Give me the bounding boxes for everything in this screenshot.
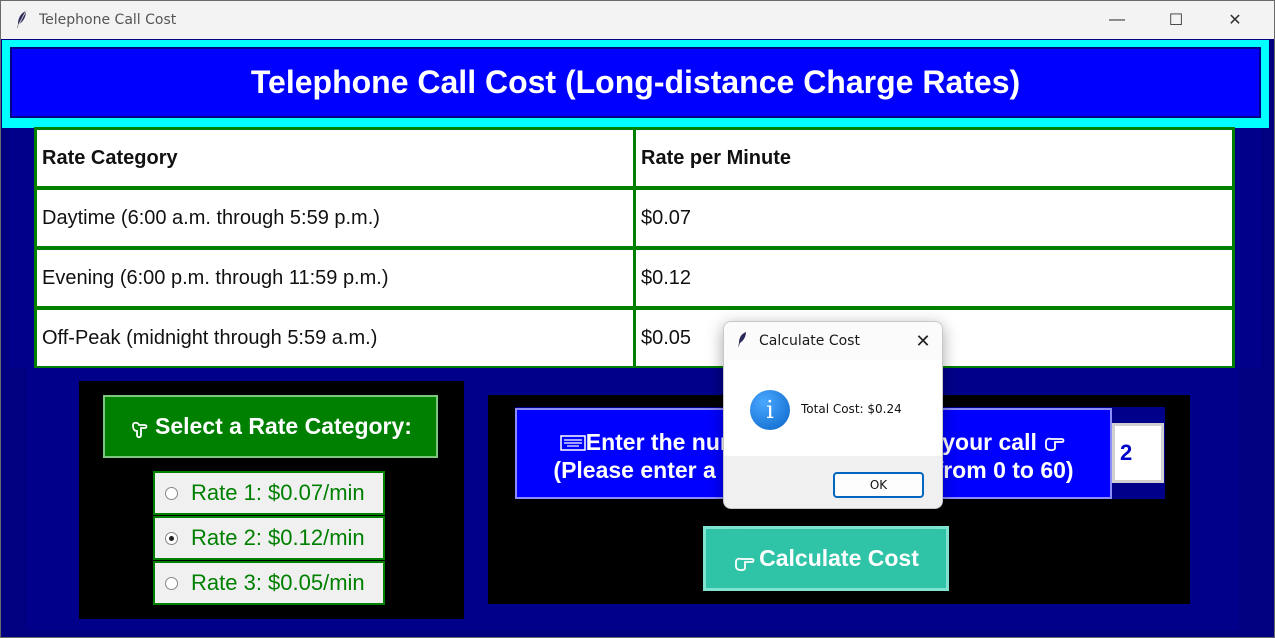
feather-icon — [738, 332, 746, 348]
table-header-rate: Rate per Minute — [633, 127, 1235, 189]
app-window: Telephone Call Cost — ☐ ✕ Telephone Call… — [0, 0, 1275, 638]
dialog-footer: OK — [724, 456, 942, 508]
rate-option-1[interactable]: Rate 1: $0.07/min — [153, 471, 385, 515]
pointing-hand-right-icon — [1045, 437, 1065, 452]
header-banner: Telephone Call Cost (Long-distance Charg… — [10, 47, 1261, 118]
table-cell-category: Daytime (6:00 a.m. through 5:59 p.m.) — [34, 187, 636, 249]
rate-option-label: Rate 3: $0.05/min — [191, 570, 365, 595]
dialog-body: i Total Cost: $0.24 — [724, 360, 942, 456]
select-rate-category-button[interactable]: Select a Rate Category: — [103, 395, 438, 458]
calculate-cost-label: Calculate Cost — [759, 545, 919, 571]
rate-option-3[interactable]: Rate 3: $0.05/min — [153, 561, 385, 605]
calculate-cost-button[interactable]: Calculate Cost — [703, 526, 949, 591]
table-cell-rate: $0.12 — [633, 247, 1235, 309]
keyboard-icon — [559, 435, 586, 451]
close-icon: ✕ — [1228, 12, 1242, 29]
rate-option-2[interactable]: Rate 2: $0.12/min — [153, 516, 385, 560]
minimize-button[interactable]: — — [1088, 1, 1146, 39]
maximize-icon: ☐ — [1168, 12, 1184, 29]
radio-button[interactable] — [165, 486, 178, 500]
radio-button-selected[interactable] — [165, 531, 178, 545]
header-frame: Telephone Call Cost (Long-distance Charg… — [2, 40, 1269, 128]
select-rate-category-label: Select a Rate Category: — [155, 413, 412, 439]
minutes-input[interactable]: 2 — [1112, 423, 1164, 483]
page-title: Telephone Call Cost (Long-distance Charg… — [250, 64, 1021, 100]
ok-button[interactable]: OK — [833, 472, 924, 498]
dialog-title: Calculate Cost — [759, 333, 860, 349]
radio-button[interactable] — [165, 576, 178, 590]
table-cell-category: Evening (6:00 p.m. through 11:59 p.m.) — [34, 247, 636, 309]
info-icon: i — [750, 390, 790, 430]
dialog-message: Total Cost: $0.24 — [801, 402, 902, 416]
window-title: Telephone Call Cost — [39, 12, 177, 28]
minimize-icon: — — [1109, 11, 1125, 28]
feather-icon — [17, 10, 27, 29]
dialog-titlebar[interactable]: Calculate Cost ✕ — [724, 322, 942, 360]
pointing-hand-down-icon — [132, 421, 148, 438]
maximize-button[interactable]: ☐ — [1147, 1, 1205, 39]
close-button[interactable]: ✕ — [1206, 1, 1264, 39]
table-header-category: Rate Category — [34, 127, 636, 189]
dialog-close-button[interactable]: ✕ — [910, 328, 936, 354]
calculate-cost-dialog: Calculate Cost ✕ i Total Cost: $0.24 OK — [723, 321, 943, 509]
table-cell-rate: $0.07 — [633, 187, 1235, 249]
table-cell-category: Off-Peak (midnight through 5:59 a.m.) — [34, 307, 636, 369]
window-titlebar[interactable]: Telephone Call Cost — ☐ ✕ — [1, 1, 1274, 39]
rate-option-label: Rate 2: $0.12/min — [191, 525, 365, 550]
close-icon: ✕ — [915, 330, 931, 351]
rate-option-label: Rate 1: $0.07/min — [191, 480, 365, 505]
pointing-hand-right-icon — [735, 557, 755, 571]
